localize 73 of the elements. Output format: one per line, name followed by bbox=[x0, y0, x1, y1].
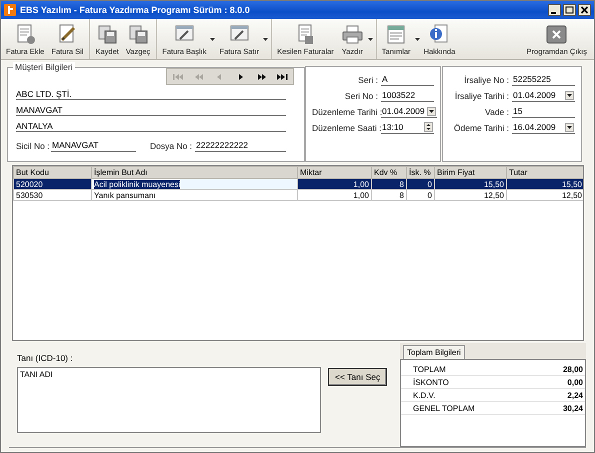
address-field[interactable]: ABC LTD. ŞTİ. bbox=[16, 86, 286, 100]
column-header[interactable]: Kdv % bbox=[372, 166, 406, 178]
field-label: Sicil No : bbox=[16, 140, 48, 150]
total-value: 28,00 bbox=[562, 364, 583, 374]
column-header[interactable]: İsk. % bbox=[406, 166, 434, 178]
text-field[interactable]: 22222222222 bbox=[195, 139, 286, 152]
dropdown-icon[interactable] bbox=[565, 90, 574, 100]
table-cell: 1,00 bbox=[298, 190, 372, 200]
field-label: Dosya No : bbox=[150, 140, 192, 150]
column-header[interactable]: İşlemin But Adı bbox=[92, 166, 298, 178]
field-label: İrsaliye No : bbox=[463, 74, 509, 84]
column-header[interactable]: Birim Fiyat bbox=[434, 166, 506, 178]
spinner-icon[interactable] bbox=[424, 122, 433, 132]
table-cell: 15,50 bbox=[506, 178, 583, 190]
column-header[interactable]: Miktar bbox=[298, 166, 372, 178]
group-title: Müşteri Bilgileri bbox=[13, 62, 75, 72]
text-field[interactable]: 52255225 bbox=[512, 73, 575, 86]
field-label: Seri : bbox=[357, 74, 378, 84]
dropdown-icon[interactable] bbox=[565, 122, 574, 132]
text-field[interactable]: 1003522 bbox=[381, 89, 434, 102]
table-cell: 0 bbox=[406, 190, 434, 200]
app-icon bbox=[4, 4, 16, 16]
minimize-icon[interactable] bbox=[548, 4, 561, 16]
exit-icon bbox=[545, 22, 568, 44]
table-cell: 1,00 bbox=[298, 178, 372, 190]
column-header[interactable]: Tutar bbox=[506, 166, 583, 178]
maximize-icon[interactable] bbox=[563, 4, 576, 16]
caret-icon[interactable] bbox=[263, 38, 268, 40]
date-field[interactable]: 16.04.2009 bbox=[512, 121, 575, 134]
caret-icon[interactable] bbox=[414, 38, 420, 40]
caret-icon[interactable] bbox=[210, 38, 216, 40]
address-field[interactable]: ANTALYA bbox=[16, 118, 286, 132]
text-field[interactable]: A bbox=[381, 73, 434, 86]
field-label: Vade : bbox=[484, 106, 509, 116]
total-value: 0,00 bbox=[567, 378, 583, 386]
table-cell: 12,50 bbox=[434, 190, 506, 200]
total-label: TOPLAM bbox=[413, 364, 446, 374]
table-cell: 530530 bbox=[14, 190, 92, 200]
printer-icon bbox=[340, 22, 364, 44]
total-label: GENEL TOPLAM bbox=[413, 404, 475, 412]
date-field[interactable]: 01.04.2009 bbox=[512, 89, 575, 102]
nav-arrow-icon bbox=[170, 72, 184, 80]
field-label: Tanı (ICD-10) : bbox=[17, 353, 74, 363]
select-diagnosis-button[interactable]: << Tanı Seç bbox=[328, 368, 388, 386]
caret-icon[interactable] bbox=[368, 38, 373, 40]
close-icon[interactable] bbox=[578, 4, 591, 16]
table-cell: Yanık pansumanı bbox=[92, 190, 298, 200]
total-label: K.D.V. bbox=[413, 390, 436, 400]
field-label: İrsaliye Tarihi : bbox=[454, 90, 509, 100]
table-cell: Acil poliklinik muayenesi bbox=[92, 178, 298, 190]
field-label: Seri No : bbox=[344, 90, 378, 100]
total-value: 30,24 bbox=[562, 404, 583, 412]
dropdown-icon[interactable] bbox=[426, 106, 436, 116]
time-field[interactable]: 13:10 bbox=[381, 121, 434, 134]
nav-arrow-icon bbox=[276, 72, 290, 80]
address-field[interactable]: MANAVGAT bbox=[16, 102, 286, 116]
floppy-disk-icon bbox=[96, 22, 119, 44]
field-label: Ödeme Tarihi : bbox=[452, 122, 509, 132]
text-field[interactable]: MANAVGAT bbox=[51, 139, 136, 152]
floppy-disk-icon bbox=[126, 22, 150, 44]
total-value: 2,24 bbox=[567, 390, 583, 400]
total-label: İSKONTO bbox=[413, 378, 449, 386]
table-cell: 12,50 bbox=[506, 190, 583, 200]
table-cell: 15,50 bbox=[434, 178, 506, 190]
table-row[interactable]: 530530 Yanık pansumanı 1,00 8 0 12,50 12,50 bbox=[14, 190, 583, 200]
table-cell: 520020 bbox=[14, 178, 92, 190]
table-cell: 8 bbox=[372, 190, 406, 200]
panel-tab[interactable]: Toplam Bilgileri bbox=[403, 345, 465, 359]
table-row[interactable]: 520020 Acil poliklinik muayenesi 1,00 8 0 15,50 15,50 bbox=[14, 178, 583, 190]
column-header[interactable]: But Kodu bbox=[14, 166, 92, 178]
text-field[interactable]: 15 bbox=[512, 105, 575, 118]
window-title: EBS Yazılım - Fatura Yazdırma Programı Sürüm : 8.0.0 bbox=[20, 5, 251, 15]
diagnosis-textarea[interactable]: TANI ADI bbox=[17, 367, 321, 433]
